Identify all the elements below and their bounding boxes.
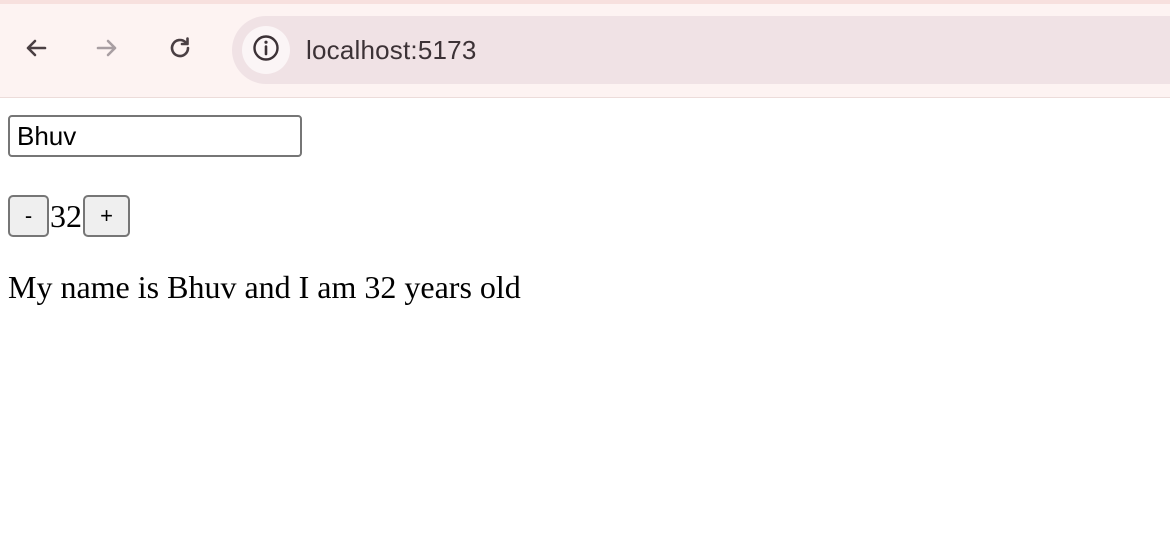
site-info-button[interactable] [242, 26, 290, 74]
reload-button[interactable] [160, 30, 200, 70]
increment-button[interactable]: + [83, 195, 130, 237]
arrow-left-icon [22, 34, 50, 67]
toolbar-top-edge [0, 0, 1170, 4]
browser-toolbar: localhost:5173 [0, 0, 1170, 98]
forward-button[interactable] [87, 30, 127, 70]
reload-icon [166, 34, 194, 67]
greeting-text: My name is Bhuv and I am 32 years old [8, 269, 521, 305]
decrement-button[interactable]: - [8, 195, 49, 237]
back-button[interactable] [16, 30, 56, 70]
info-icon [251, 33, 281, 68]
page-content: - 32 + My name is Bhuv and I am 32 years… [0, 99, 1170, 546]
name-input[interactable] [8, 115, 302, 157]
url-text[interactable]: localhost:5173 [306, 16, 476, 84]
age-value: 32 [50, 198, 82, 234]
address-bar[interactable]: localhost:5173 [232, 16, 1170, 84]
age-stepper: - 32 + [8, 195, 130, 237]
arrow-right-icon [93, 34, 121, 67]
